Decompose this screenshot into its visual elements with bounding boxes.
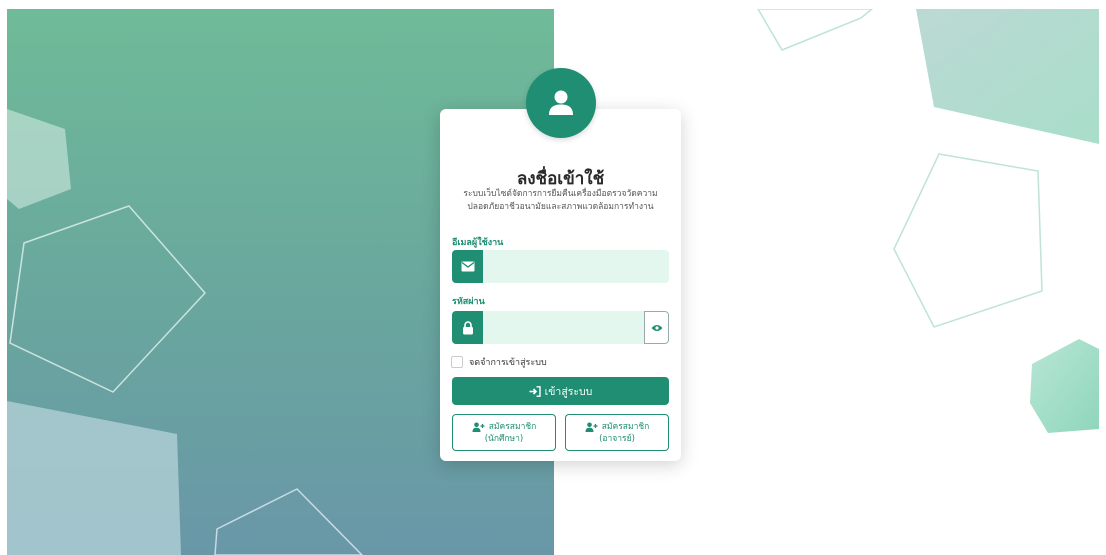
subtitle-line-2: ปลอดภัยอาชีวอนามัยและสภาพแวดล้อมการทำงาน (467, 202, 654, 212)
password-field-group (452, 311, 669, 344)
lock-icon (462, 320, 473, 334)
email-label: อีเมลผู้ใช้งาน (452, 238, 504, 248)
email-field-group (452, 250, 669, 283)
deco-pentagon-7 (1030, 339, 1099, 433)
deco-pentagon-2 (9, 205, 207, 393)
user-icon (549, 90, 573, 115)
remember-me[interactable]: จดจำการเข้าสู่ระบบ (451, 355, 547, 369)
deco-pentagon-6 (893, 153, 1043, 328)
register-student-line1: สมัครสมาชิก (488, 421, 537, 432)
login-page: ลงชื่อเข้าใช้ ระบบเว็บไซต์จัดการการยืมคื… (0, 0, 1106, 555)
register-teacher-button[interactable]: สมัครสมาชิก (อาจารย์) (565, 414, 669, 451)
sign-in-icon (529, 385, 541, 397)
toggle-password-button[interactable] (644, 311, 669, 344)
envelope-icon (461, 261, 474, 272)
user-plus-icon (585, 422, 598, 432)
email-icon-box (452, 250, 483, 283)
deco-triangle-1 (757, 9, 874, 51)
password-label: รหัสผ่าน (452, 297, 485, 307)
user-plus-icon (472, 422, 485, 432)
password-icon-box (452, 311, 483, 344)
remember-checkbox[interactable] (451, 356, 463, 368)
deco-pentagon-3 (7, 401, 181, 555)
login-subtitle: ระบบเว็บไซต์จัดการการยืมคืนเครื่องมือตรว… (448, 188, 673, 214)
register-teacher-line1: สมัครสมาชิก (601, 421, 650, 432)
login-card (440, 109, 681, 461)
password-input[interactable] (483, 311, 644, 344)
deco-pentagon-4 (214, 488, 364, 555)
subtitle-line-1: ระบบเว็บไซต์จัดการการยืมคืนเครื่องมือตรว… (463, 189, 658, 199)
register-student-line2: (นักศึกษา) (484, 433, 524, 444)
avatar (526, 68, 596, 138)
eye-icon (651, 324, 662, 331)
email-input[interactable] (483, 250, 669, 283)
register-teacher-line2: (อาจารย์) (599, 433, 635, 444)
login-button-label: เข้าสู่ระบบ (544, 385, 593, 398)
remember-label: จดจำการเข้าสู่ระบบ (469, 358, 547, 368)
register-student-button[interactable]: สมัครสมาชิก (นักศึกษา) (452, 414, 556, 451)
deco-pentagon-5 (916, 9, 1099, 144)
deco-pentagon-1 (7, 109, 71, 209)
login-button[interactable]: เข้าสู่ระบบ (452, 377, 669, 405)
